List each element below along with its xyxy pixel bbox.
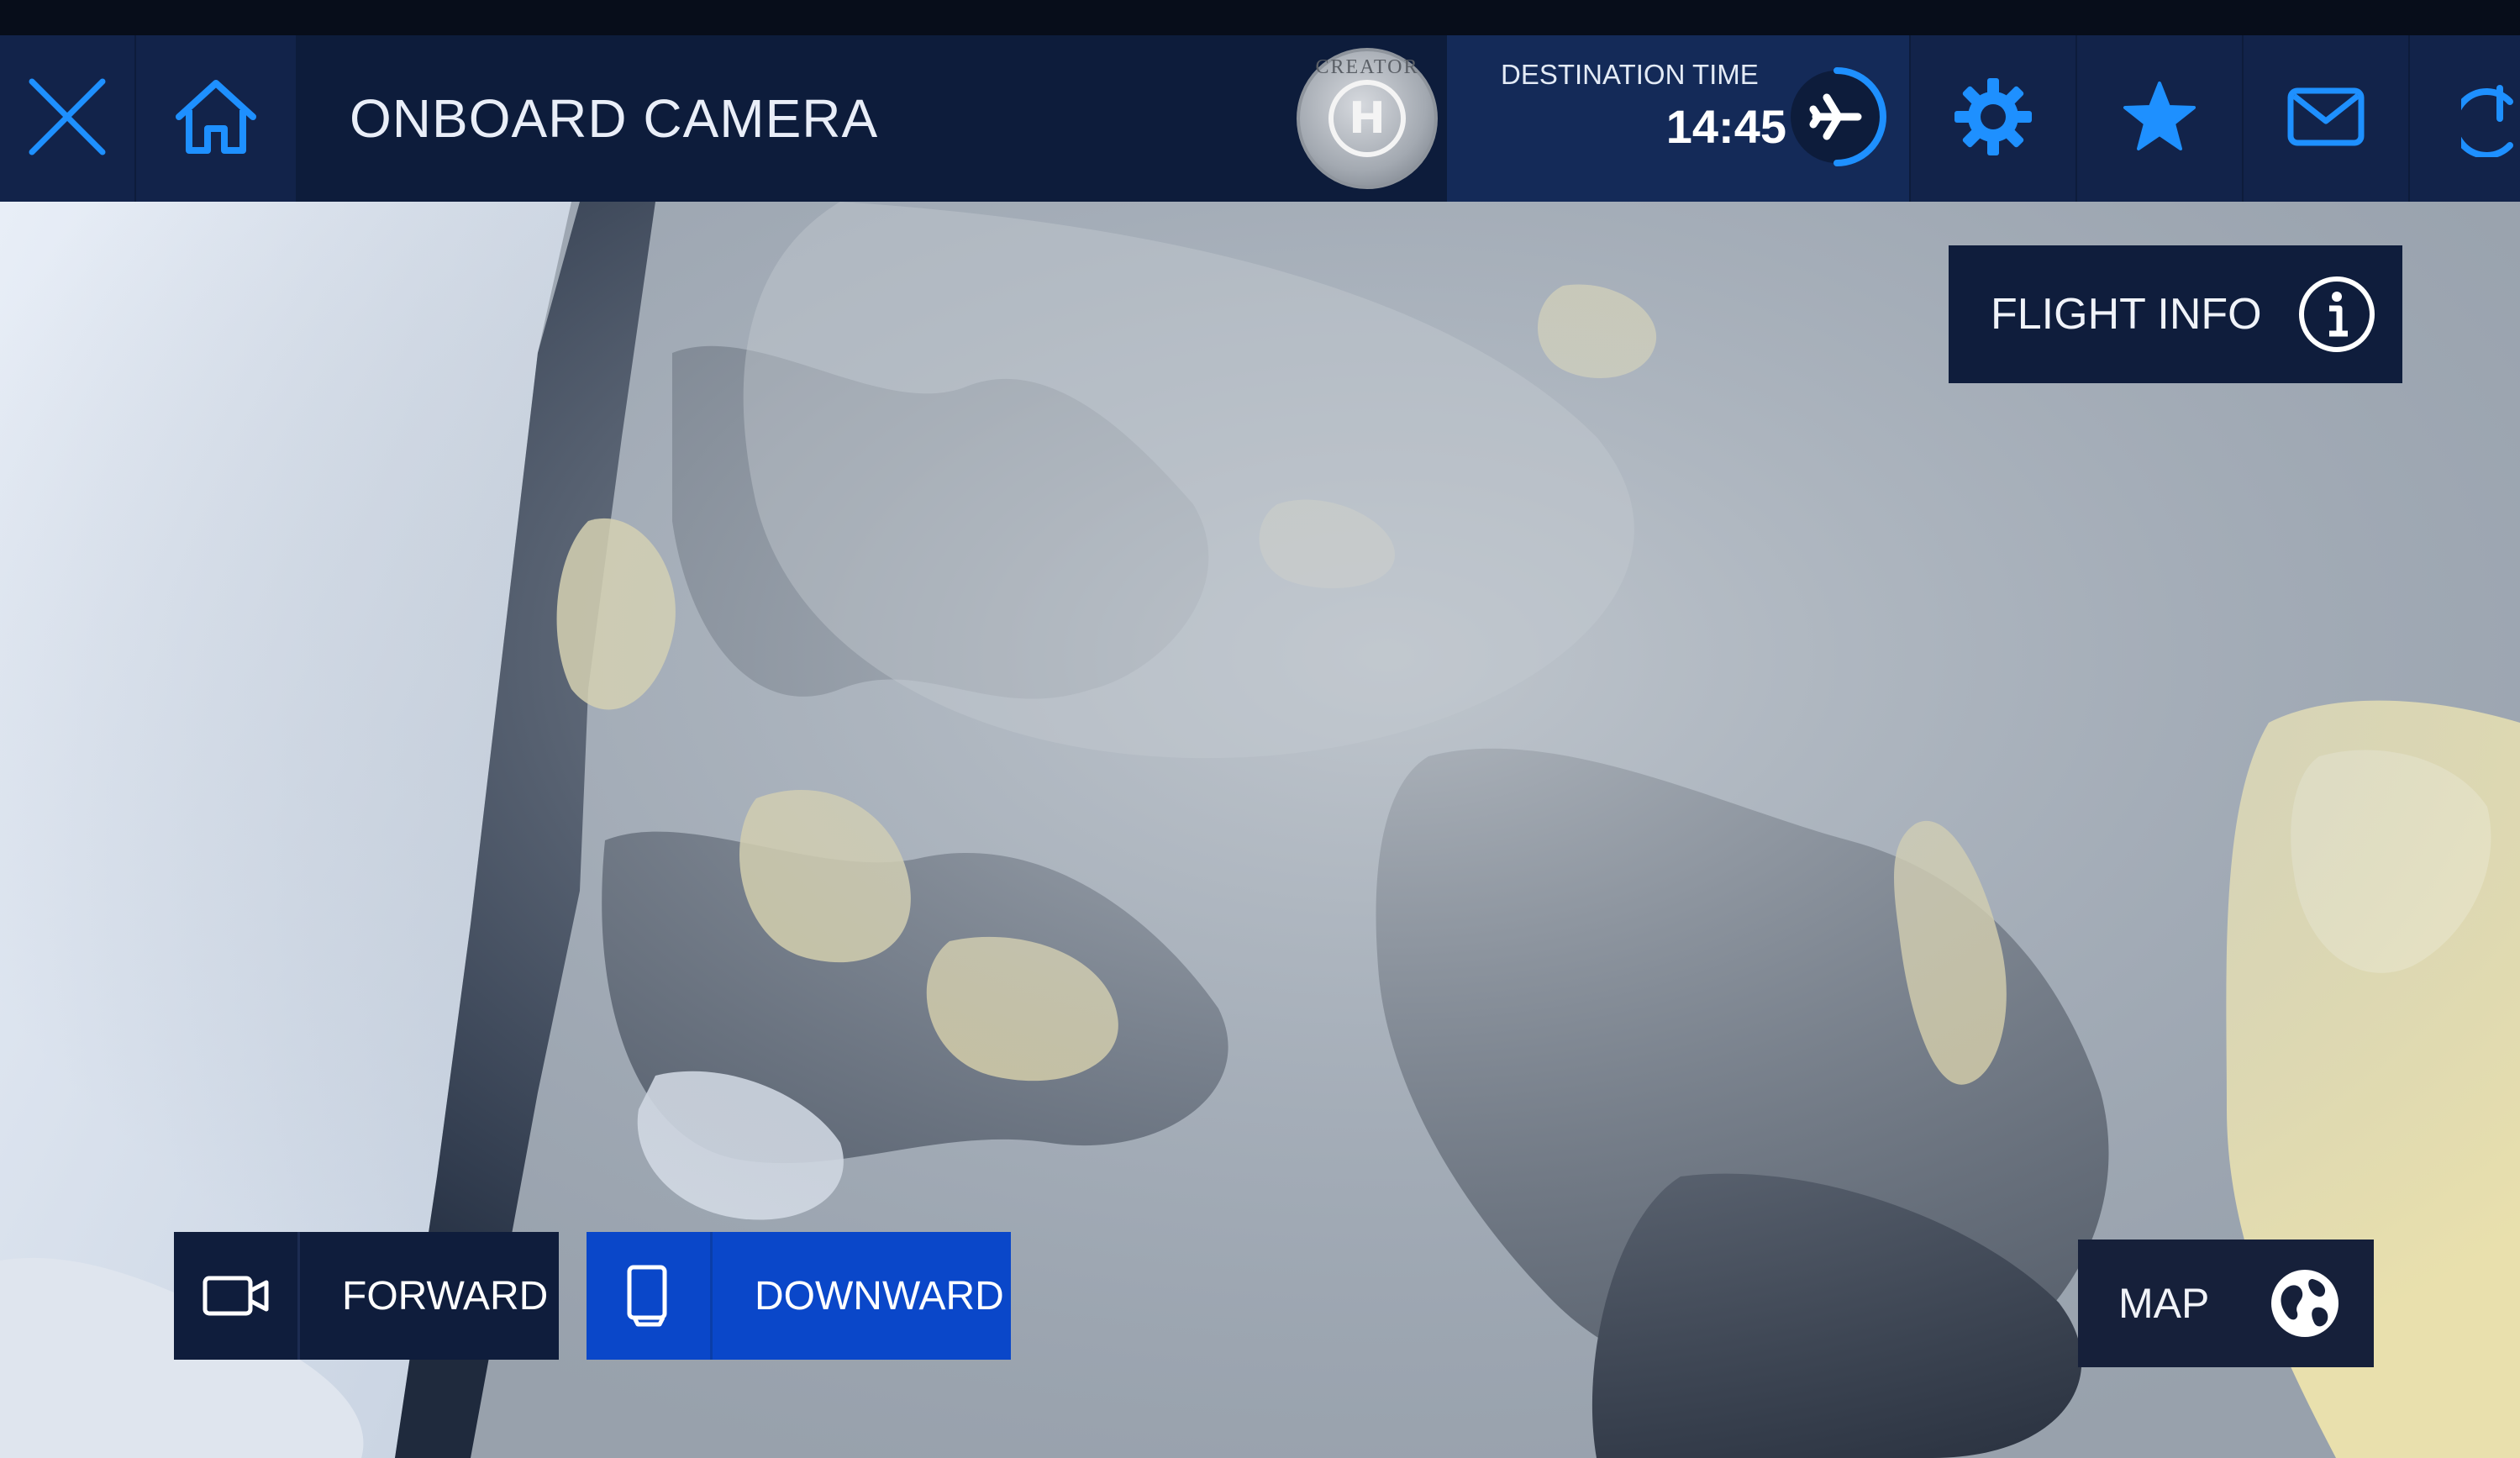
destination-info: DESTINATION TIME 14:45 xyxy=(1501,59,1786,154)
flight-info-label: FLIGHT INFO xyxy=(1991,290,2262,339)
destination-label: DESTINATION TIME xyxy=(1501,59,1759,90)
page-title: ONBOARD CAMERA xyxy=(350,88,879,149)
map-label: MAP xyxy=(2118,1280,2210,1327)
avatar: CREATOR H xyxy=(1297,48,1438,189)
close-icon xyxy=(25,75,109,162)
globe-icon xyxy=(2254,1240,2355,1367)
top-strip xyxy=(0,0,2520,35)
downward-camera-label: DOWNWARD xyxy=(755,1273,1004,1319)
destination-time: 14:45 xyxy=(1665,100,1786,153)
power-icon xyxy=(2451,76,2520,161)
settings-button[interactable] xyxy=(1911,35,2075,202)
tablet-icon xyxy=(587,1232,713,1360)
info-icon xyxy=(2271,245,2402,383)
forward-camera-button[interactable]: FORWARD xyxy=(174,1232,559,1360)
plane-progress-icon xyxy=(1778,54,1904,180)
flight-info-button[interactable]: FLIGHT INFO xyxy=(1949,245,2402,383)
avatar-badge: H xyxy=(1328,80,1406,157)
top-navigation-bar: ONBOARD CAMERA CREATOR H DESTINATION TIM… xyxy=(0,0,2520,202)
downward-camera-button[interactable]: DOWNWARD xyxy=(587,1232,1011,1360)
star-icon xyxy=(2122,80,2197,157)
map-button[interactable]: MAP xyxy=(2078,1240,2374,1367)
close-button[interactable] xyxy=(0,35,134,202)
forward-camera-label: FORWARD xyxy=(342,1273,549,1319)
home-button[interactable] xyxy=(136,35,296,202)
messages-button[interactable] xyxy=(2244,35,2408,202)
page-title-container: ONBOARD CAMERA xyxy=(296,35,1287,202)
favorites-button[interactable] xyxy=(2077,35,2242,202)
avatar-text: CREATOR xyxy=(1315,56,1419,78)
power-button[interactable] xyxy=(2410,35,2520,202)
gear-icon xyxy=(1953,76,2033,161)
mail-icon xyxy=(2287,87,2365,150)
avatar-letter: H xyxy=(1349,93,1386,144)
destination-time-panel[interactable]: DESTINATION TIME 14:45 xyxy=(1447,35,1909,202)
home-icon xyxy=(174,76,258,161)
video-camera-icon xyxy=(174,1232,300,1360)
profile-button[interactable]: CREATOR H xyxy=(1287,35,1447,202)
